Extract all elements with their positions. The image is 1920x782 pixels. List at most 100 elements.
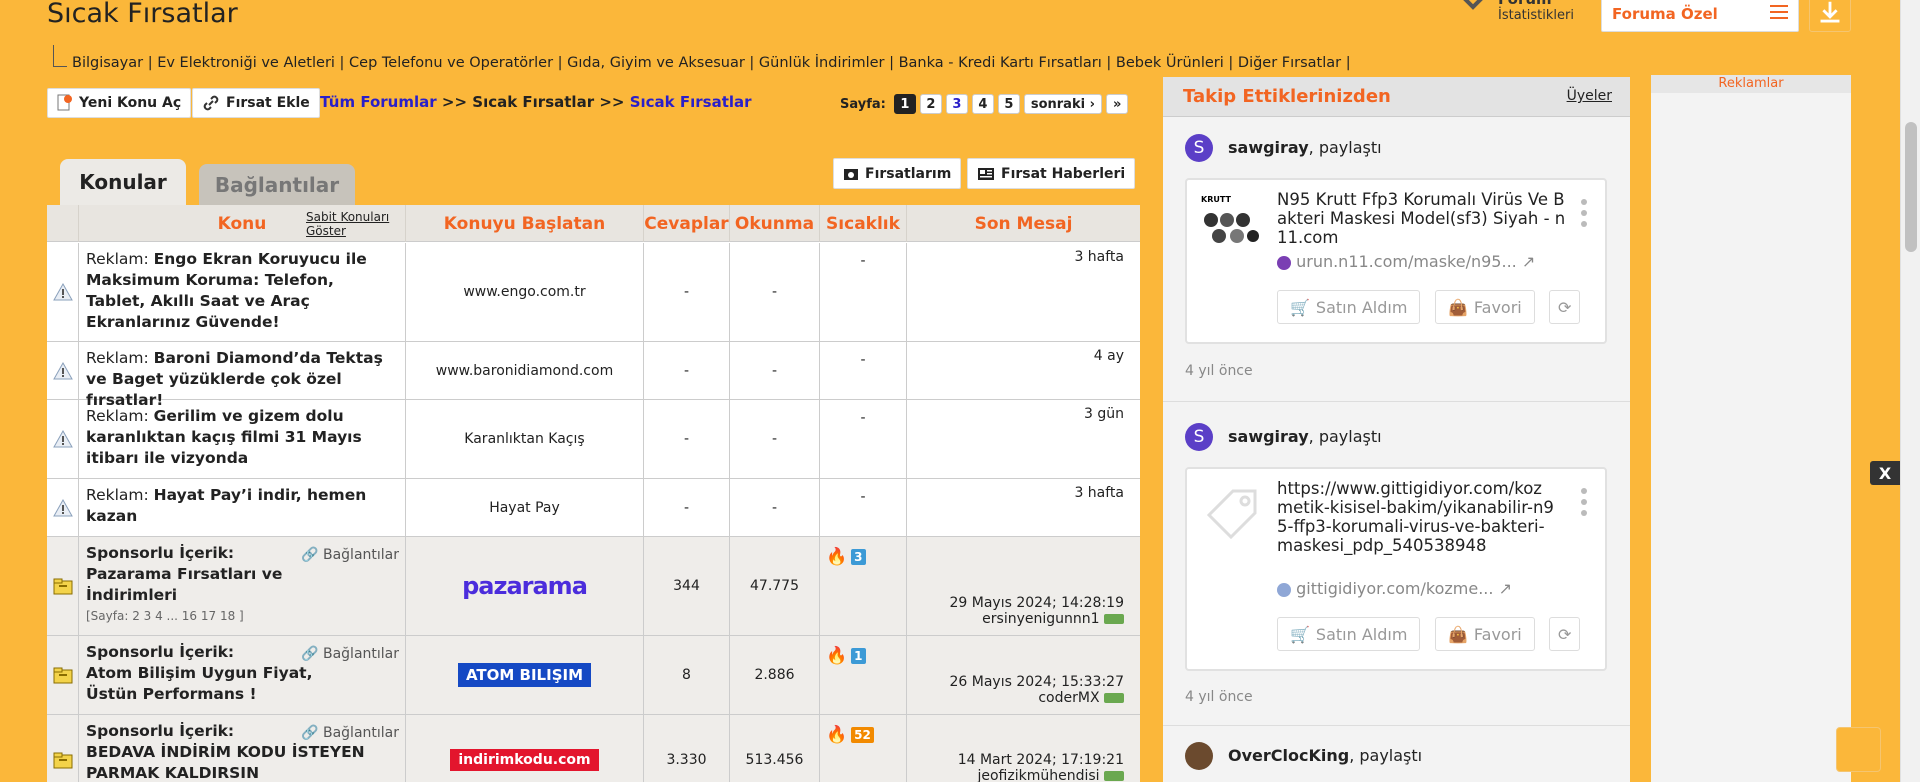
external-link-icon: ↗ — [1498, 579, 1512, 598]
shared-link-title[interactable]: N95 Krutt Ffp3 Korumalı Virüs Ve Bakteri… — [1277, 190, 1567, 247]
links-badge[interactable]: 🔗 Bağlantılar — [301, 644, 399, 665]
time-ago: 4 yıl önce — [1185, 689, 1253, 705]
page-scrollbar[interactable] — [1900, 0, 1920, 782]
sticky-folder-icon — [47, 715, 78, 782]
last-page-button[interactable]: » — [1105, 94, 1129, 114]
cart-icon: 🛒 — [1290, 297, 1310, 317]
feed-username[interactable]: sawgiray — [1228, 138, 1309, 157]
shared-link-title[interactable]: https://www.gittigidiyor.com/kozmetik-ki… — [1277, 479, 1557, 555]
topic-cell: 🔗 Bağlantılar Sponsorlu İçerik: BEDAVA İ… — [78, 715, 405, 782]
close-button[interactable]: X — [1870, 461, 1900, 485]
topic-title-link[interactable]: Pazarama Fırsatları ve İndirimleri — [86, 564, 286, 606]
download-button[interactable] — [1809, 0, 1851, 32]
external-link-icon: ↗ — [1521, 252, 1536, 271]
starter-cell[interactable]: Karanlıktan Kaçış — [405, 400, 643, 478]
breadcrumb-hot-deals[interactable]: Sıcak Fırsatlar — [472, 93, 594, 111]
page-4[interactable]: 4 — [971, 94, 994, 114]
my-deals-button[interactable]: Fırsatlarım — [833, 158, 962, 189]
starter-cell[interactable]: www.engo.com.tr — [405, 243, 643, 341]
breadcrumb-current[interactable]: Sıcak Fırsatlar — [630, 93, 752, 111]
page-1[interactable]: 1 — [893, 94, 916, 114]
following-header: Takip Ettiklerinizden Üyeler — [1163, 77, 1630, 117]
add-deal-label: Fırsat Ekle — [226, 95, 310, 111]
repost-icon: ⟳ — [1558, 624, 1572, 644]
links-label: Bağlantılar — [322, 725, 399, 741]
repost-button[interactable]: ⟳ — [1549, 290, 1581, 324]
page-2[interactable]: 2 — [919, 94, 942, 114]
links-badge[interactable]: 🔗 Bağlantılar — [301, 723, 399, 744]
shared-link-domain[interactable]: urun.n11.com/maske/n95... ↗ — [1277, 252, 1535, 271]
feed-action: , paylaştı — [1308, 427, 1382, 446]
starter-cell[interactable]: indirimkodu.com — [405, 715, 643, 782]
forum-stats-title: Forum — [1498, 0, 1552, 8]
members-link[interactable]: Üyeler — [1567, 88, 1612, 104]
category-links[interactable]: Bilgisayar | Ev Elektroniği ve Aletleri … — [72, 55, 1351, 71]
header-topic[interactable]: Konu Sabit Konuları Göster — [78, 205, 405, 242]
favorite-button[interactable]: 👜 Favori — [1435, 290, 1535, 324]
avatar[interactable]: S — [1185, 134, 1213, 162]
bought-label: Satın Aldım — [1315, 624, 1408, 644]
new-topic-label: Yeni Konu Aç — [79, 95, 182, 111]
starter-cell[interactable]: pazarama — [405, 537, 643, 635]
go-to-last-icon[interactable] — [1104, 693, 1124, 703]
starter-cell[interactable]: www.baronidiamond.com — [405, 342, 643, 399]
links-badge[interactable]: 🔗 Bağlantılar — [301, 545, 399, 566]
views-cell: - — [729, 243, 819, 341]
starter-cell[interactable]: ATOM BILIŞIM — [405, 636, 643, 714]
views-cell: - — [729, 400, 819, 478]
forum-special-dropdown[interactable]: Foruma Özel — [1601, 0, 1799, 32]
next-page-label: sonraki — [1030, 96, 1086, 112]
forum-stats-toggle[interactable]: Forum İstatistikleri — [1460, 0, 1600, 30]
new-topic-button[interactable]: Yeni Konu Aç — [47, 88, 192, 118]
table-row: 🔗 Bağlantılar Sponsorlu İçerik: Atom Bil… — [47, 636, 1140, 715]
more-options-icon[interactable] — [1581, 487, 1587, 517]
shared-link-domain[interactable]: gittigidiyor.com/kozme... ↗ — [1277, 579, 1512, 598]
topic-title-link[interactable]: BEDAVA İNDİRİM KODU İSTEYEN PARMAK KALDI… — [86, 742, 396, 782]
topic-pages[interactable]: [Sayfa: 2 3 4 ... 16 17 18 ] — [86, 606, 398, 627]
scrollbar-thumb[interactable] — [1905, 122, 1917, 252]
last-user[interactable]: ersinyenigunnn1 — [982, 611, 1099, 627]
heat-value: 3 — [851, 549, 866, 565]
favorite-label: Favori — [1473, 297, 1522, 317]
repost-button[interactable]: ⟳ — [1549, 617, 1581, 651]
shared-link-card[interactable]: https://www.gittigidiyor.com/kozmetik-ki… — [1185, 467, 1607, 671]
bought-button[interactable]: 🛒 Satın Aldım — [1277, 617, 1421, 651]
avatar[interactable] — [1185, 742, 1213, 770]
shared-link-card[interactable]: KRUTT N95 Krutt Ffp3 Korumalı Virüs Ve B… — [1185, 178, 1607, 344]
header-last-message[interactable]: Son Mesaj — [906, 205, 1140, 242]
sticky-folder-icon — [47, 537, 78, 635]
add-deal-button[interactable]: Fırsat Ekle — [192, 88, 320, 118]
feed-username[interactable]: OverClocKing — [1228, 746, 1349, 765]
last-user[interactable]: jeofizikmühendisi — [977, 768, 1099, 782]
tab-links[interactable]: Bağlantılar — [199, 164, 355, 205]
more-options-icon[interactable] — [1581, 198, 1587, 228]
feed-username[interactable]: sawgiray — [1228, 427, 1309, 446]
show-sticky-link[interactable]: Sabit Konuları Göster — [306, 210, 405, 238]
topic-cell: Reklam: Gerilim ve gizem dolu karanlıkta… — [78, 400, 405, 478]
starter-cell[interactable]: Hayat Pay — [405, 479, 643, 536]
header-views[interactable]: Okunma — [729, 205, 819, 242]
page-5[interactable]: 5 — [997, 94, 1020, 114]
last-message-cell: 3 gün — [906, 400, 1140, 478]
bought-button[interactable]: 🛒 Satın Aldım — [1277, 290, 1421, 324]
deal-news-button[interactable]: Fırsat Haberleri — [967, 158, 1136, 189]
next-page-button[interactable]: sonraki › — [1023, 94, 1102, 114]
avatar[interactable]: S — [1185, 423, 1213, 451]
floating-corner-button[interactable] — [1836, 727, 1881, 772]
header-replies[interactable]: Cevaplar — [643, 205, 729, 242]
breadcrumb-all-forums[interactable]: Tüm Forumlar — [320, 93, 437, 111]
bought-label: Satın Aldım — [1315, 297, 1408, 317]
tab-topics[interactable]: Konular — [60, 159, 186, 205]
header-heat[interactable]: Sıcaklık — [819, 205, 906, 242]
links-label: Bağlantılar — [322, 547, 399, 563]
page-3[interactable]: 3 — [945, 94, 968, 114]
topics-table: Konu Sabit Konuları Göster Konuyu Başlat… — [47, 205, 1140, 782]
forum-special-label: Foruma Özel — [1612, 5, 1718, 23]
topic-title-link[interactable]: Atom Bilişim Uygun Fiyat, Üstün Performa… — [86, 663, 316, 705]
favorite-button[interactable]: 👜 Favori — [1435, 617, 1535, 651]
go-to-last-icon[interactable] — [1104, 614, 1124, 624]
header-starter[interactable]: Konuyu Başlatan — [405, 205, 643, 242]
go-to-last-icon[interactable] — [1104, 771, 1124, 781]
domain-text: urun.n11.com/maske/n95... — [1296, 252, 1517, 271]
last-user[interactable]: coderMX — [1038, 690, 1099, 706]
